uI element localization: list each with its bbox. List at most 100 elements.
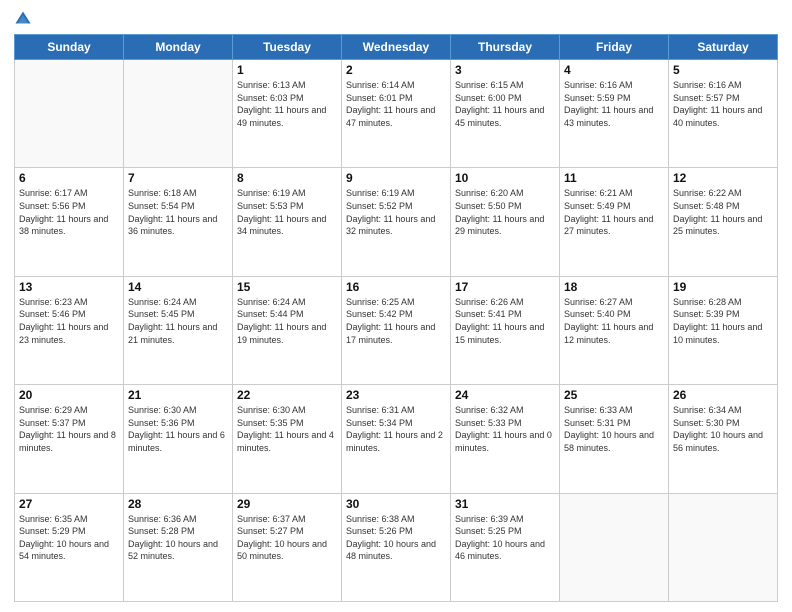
calendar-cell: 23 Sunrise: 6:31 AM Sunset: 5:34 PM Dayli… — [342, 385, 451, 493]
calendar-day-header: Wednesday — [342, 35, 451, 60]
calendar-week-row: 1 Sunrise: 6:13 AM Sunset: 6:03 PM Daylig… — [15, 60, 778, 168]
cell-info: Sunrise: 6:26 AM Sunset: 5:41 PM Dayligh… — [455, 296, 555, 346]
calendar-cell: 9Sunrise: 6:19 AM Sunset: 5:52 PM Daylig… — [342, 168, 451, 276]
day-number: 12 — [673, 171, 773, 185]
calendar-cell: 6 Sunrise: 6:17 AM Sunset: 5:56 PM Daylig… — [15, 168, 124, 276]
calendar-cell: 4 Sunrise: 6:16 AM Sunset: 5:59 PM Daylig… — [560, 60, 669, 168]
calendar-cell — [15, 60, 124, 168]
cell-info: Sunrise: 6:36 AM Sunset: 5:28 PM Dayligh… — [128, 513, 228, 563]
cell-info: Sunrise: 6:29 AM Sunset: 5:37 PM Dayligh… — [19, 404, 119, 454]
cell-info: Sunrise: 6:37 AM Sunset: 5:27 PM Dayligh… — [237, 513, 337, 563]
page: SundayMondayTuesdayWednesdayThursdayFrid… — [0, 0, 792, 612]
cell-info: Sunrise: 6:38 AM Sunset: 5:26 PM Dayligh… — [346, 513, 446, 563]
cell-info: Sunrise: 6:16 AM Sunset: 5:59 PM Dayligh… — [564, 79, 664, 129]
day-number: 4 — [564, 63, 664, 77]
calendar-cell: 26 Sunrise: 6:34 AM Sunset: 5:30 PM Dayli… — [669, 385, 778, 493]
calendar: SundayMondayTuesdayWednesdayThursdayFrid… — [14, 34, 778, 602]
cell-info: Sunrise: 6:18 AM Sunset: 5:54 PM Dayligh… — [128, 187, 228, 237]
cell-info: Sunrise: 6:21 AM Sunset: 5:49 PM Dayligh… — [564, 187, 664, 237]
cell-info: Sunrise: 6:13 AM Sunset: 6:03 PM Dayligh… — [237, 79, 337, 129]
cell-info: Sunrise: 6:32 AM Sunset: 5:33 PM Dayligh… — [455, 404, 555, 454]
day-number: 28 — [128, 497, 228, 511]
calendar-cell: 1 Sunrise: 6:13 AM Sunset: 6:03 PM Daylig… — [233, 60, 342, 168]
calendar-cell: 15 Sunrise: 6:24 AM Sunset: 5:44 PM Dayli… — [233, 276, 342, 384]
day-number: 15 — [237, 280, 337, 294]
day-number: 9 — [346, 171, 446, 185]
day-number: 20 — [19, 388, 119, 402]
calendar-week-row: 20 Sunrise: 6:29 AM Sunset: 5:37 PM Dayli… — [15, 385, 778, 493]
calendar-cell: 29Sunrise: 6:37 AM Sunset: 5:27 PM Dayli… — [233, 493, 342, 601]
cell-info: Sunrise: 6:23 AM Sunset: 5:46 PM Dayligh… — [19, 296, 119, 346]
day-number: 26 — [673, 388, 773, 402]
day-number: 6 — [19, 171, 119, 185]
cell-info: Sunrise: 6:35 AM Sunset: 5:29 PM Dayligh… — [19, 513, 119, 563]
day-number: 30 — [346, 497, 446, 511]
cell-info: Sunrise: 6:34 AM Sunset: 5:30 PM Dayligh… — [673, 404, 773, 454]
calendar-cell — [124, 60, 233, 168]
calendar-day-header: Tuesday — [233, 35, 342, 60]
cell-info: Sunrise: 6:17 AM Sunset: 5:56 PM Dayligh… — [19, 187, 119, 237]
calendar-cell: 25 Sunrise: 6:33 AM Sunset: 5:31 PM Dayli… — [560, 385, 669, 493]
day-number: 25 — [564, 388, 664, 402]
cell-info: Sunrise: 6:27 AM Sunset: 5:40 PM Dayligh… — [564, 296, 664, 346]
cell-info: Sunrise: 6:31 AM Sunset: 5:34 PM Dayligh… — [346, 404, 446, 454]
day-number: 21 — [128, 388, 228, 402]
cell-info: Sunrise: 6:24 AM Sunset: 5:44 PM Dayligh… — [237, 296, 337, 346]
calendar-cell: 28 Sunrise: 6:36 AM Sunset: 5:28 PM Dayli… — [124, 493, 233, 601]
cell-info: Sunrise: 6:33 AM Sunset: 5:31 PM Dayligh… — [564, 404, 664, 454]
day-number: 16 — [346, 280, 446, 294]
day-number: 22 — [237, 388, 337, 402]
day-number: 13 — [19, 280, 119, 294]
calendar-cell: 16 Sunrise: 6:25 AM Sunset: 5:42 PM Dayli… — [342, 276, 451, 384]
calendar-cell: 19Sunrise: 6:28 AM Sunset: 5:39 PM Dayli… — [669, 276, 778, 384]
day-number: 19 — [673, 280, 773, 294]
logo-container — [14, 10, 36, 28]
cell-info: Sunrise: 6:19 AM Sunset: 5:53 PM Dayligh… — [237, 187, 337, 237]
logo-icon — [14, 10, 32, 28]
cell-info: Sunrise: 6:24 AM Sunset: 5:45 PM Dayligh… — [128, 296, 228, 346]
calendar-cell: 22 Sunrise: 6:30 AM Sunset: 5:35 PM Dayli… — [233, 385, 342, 493]
calendar-cell: 2Sunrise: 6:14 AM Sunset: 6:01 PM Daylig… — [342, 60, 451, 168]
day-number: 27 — [19, 497, 119, 511]
calendar-cell: 3 Sunrise: 6:15 AM Sunset: 6:00 PM Daylig… — [451, 60, 560, 168]
calendar-cell: 18Sunrise: 6:27 AM Sunset: 5:40 PM Dayli… — [560, 276, 669, 384]
calendar-cell: 24 Sunrise: 6:32 AM Sunset: 5:33 PM Dayli… — [451, 385, 560, 493]
cell-info: Sunrise: 6:15 AM Sunset: 6:00 PM Dayligh… — [455, 79, 555, 129]
calendar-week-row: 6 Sunrise: 6:17 AM Sunset: 5:56 PM Daylig… — [15, 168, 778, 276]
calendar-day-header: Sunday — [15, 35, 124, 60]
calendar-cell: 20 Sunrise: 6:29 AM Sunset: 5:37 PM Dayli… — [15, 385, 124, 493]
calendar-cell: 14Sunrise: 6:24 AM Sunset: 5:45 PM Dayli… — [124, 276, 233, 384]
calendar-cell: 12 Sunrise: 6:22 AM Sunset: 5:48 PM Dayli… — [669, 168, 778, 276]
calendar-cell: 8 Sunrise: 6:19 AM Sunset: 5:53 PM Daylig… — [233, 168, 342, 276]
calendar-cell: 31Sunrise: 6:39 AM Sunset: 5:25 PM Dayli… — [451, 493, 560, 601]
cell-info: Sunrise: 6:20 AM Sunset: 5:50 PM Dayligh… — [455, 187, 555, 237]
day-number: 10 — [455, 171, 555, 185]
day-number: 24 — [455, 388, 555, 402]
calendar-header-row: SundayMondayTuesdayWednesdayThursdayFrid… — [15, 35, 778, 60]
day-number: 7 — [128, 171, 228, 185]
day-number: 11 — [564, 171, 664, 185]
logo — [14, 10, 36, 28]
calendar-cell: 5Sunrise: 6:16 AM Sunset: 5:57 PM Daylig… — [669, 60, 778, 168]
day-number: 1 — [237, 63, 337, 77]
calendar-cell: 21 Sunrise: 6:30 AM Sunset: 5:36 PM Dayli… — [124, 385, 233, 493]
cell-info: Sunrise: 6:30 AM Sunset: 5:35 PM Dayligh… — [237, 404, 337, 454]
calendar-cell: 10 Sunrise: 6:20 AM Sunset: 5:50 PM Dayli… — [451, 168, 560, 276]
calendar-week-row: 13 Sunrise: 6:23 AM Sunset: 5:46 PM Dayli… — [15, 276, 778, 384]
day-number: 3 — [455, 63, 555, 77]
cell-info: Sunrise: 6:25 AM Sunset: 5:42 PM Dayligh… — [346, 296, 446, 346]
day-number: 8 — [237, 171, 337, 185]
header — [14, 10, 778, 28]
cell-info: Sunrise: 6:22 AM Sunset: 5:48 PM Dayligh… — [673, 187, 773, 237]
calendar-cell: 13 Sunrise: 6:23 AM Sunset: 5:46 PM Dayli… — [15, 276, 124, 384]
cell-info: Sunrise: 6:30 AM Sunset: 5:36 PM Dayligh… — [128, 404, 228, 454]
calendar-cell: 17 Sunrise: 6:26 AM Sunset: 5:41 PM Dayli… — [451, 276, 560, 384]
day-number: 23 — [346, 388, 446, 402]
calendar-week-row: 27 Sunrise: 6:35 AM Sunset: 5:29 PM Dayli… — [15, 493, 778, 601]
day-number: 17 — [455, 280, 555, 294]
calendar-day-header: Monday — [124, 35, 233, 60]
cell-info: Sunrise: 6:16 AM Sunset: 5:57 PM Dayligh… — [673, 79, 773, 129]
calendar-day-header: Thursday — [451, 35, 560, 60]
calendar-cell — [560, 493, 669, 601]
calendar-cell — [669, 493, 778, 601]
